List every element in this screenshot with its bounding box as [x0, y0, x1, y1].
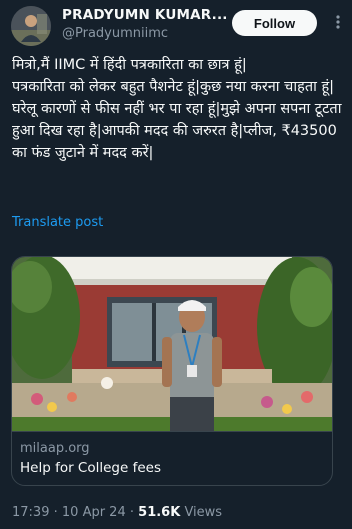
more-horizontal-icon[interactable] [328, 10, 348, 34]
views-count[interactable]: 51.6K [138, 505, 180, 520]
card-title[interactable]: Help for College fees [20, 460, 161, 476]
user-avatar [11, 6, 51, 46]
post-date[interactable]: 10 Apr 24 [62, 505, 126, 520]
card-meta: milaap.org Help for College fees [12, 431, 332, 485]
separator: · [53, 505, 58, 520]
separator: · [129, 505, 135, 520]
views-label: Views [184, 505, 223, 520]
link-card[interactable]: milaap.org Help for College fees [11, 256, 333, 486]
author-avatar[interactable] [11, 6, 51, 46]
author-handle[interactable]: @Pradyumniimc [62, 26, 168, 41]
follow-button[interactable]: Follow [232, 10, 317, 36]
post-time[interactable]: 17:39 [12, 505, 49, 520]
tweet-stats: 17:39 · 10 Apr 24 · 51.6K Views [12, 505, 222, 520]
author-name[interactable]: PRADYUMN KUMAR... [62, 7, 228, 23]
card-domain[interactable]: milaap.org [20, 441, 90, 456]
tweet-header: PRADYUMN KUMAR... @Pradyumniimc Follow [0, 0, 352, 52]
tweet-text: मित्रो,मैं IIMC में हिंदी पत्रकारिता का … [12, 57, 342, 161]
translate-post-link[interactable]: Translate post [12, 215, 103, 230]
card-image [12, 257, 332, 431]
